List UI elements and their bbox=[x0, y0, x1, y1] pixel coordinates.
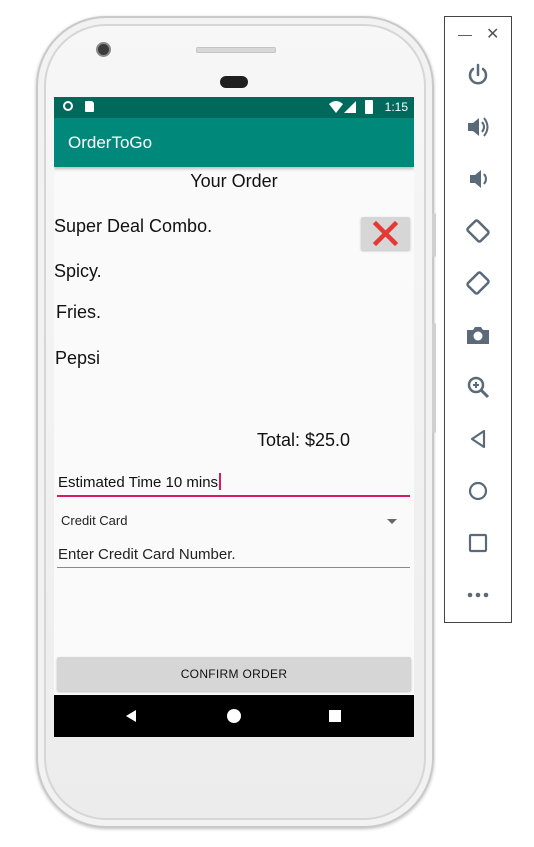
zoom-icon[interactable] bbox=[464, 373, 492, 401]
emulator-toolbar: — ✕ bbox=[444, 16, 512, 623]
camera-icon[interactable] bbox=[464, 321, 492, 349]
text-cursor bbox=[219, 473, 221, 490]
wifi-icon bbox=[329, 101, 343, 113]
credit-card-input[interactable] bbox=[57, 546, 412, 563]
nav-back-icon[interactable] bbox=[126, 710, 136, 722]
overview-icon[interactable] bbox=[464, 529, 492, 557]
minimize-icon[interactable]: — bbox=[458, 26, 472, 42]
screen: 1:15 OrderToGo Your Order Super Deal Com… bbox=[54, 97, 414, 737]
dropdown-arrow-icon bbox=[387, 519, 397, 524]
phone-side-button bbox=[432, 323, 436, 433]
order-item: Spicy. bbox=[54, 261, 102, 281]
nav-recents-icon[interactable] bbox=[329, 710, 341, 722]
estimated-time-text: Estimated Time 10 mins bbox=[58, 474, 219, 491]
phone-side-button bbox=[432, 213, 436, 257]
order-heading: Your Order bbox=[190, 171, 278, 191]
status-bar: 1:15 bbox=[54, 97, 414, 118]
nav-home-icon[interactable] bbox=[227, 709, 241, 723]
volume-down-icon[interactable] bbox=[464, 165, 492, 193]
order-total: Total: $25.0 bbox=[257, 430, 351, 450]
back-icon[interactable] bbox=[464, 425, 492, 453]
order-item: Super Deal Combo. bbox=[54, 216, 213, 236]
sd-card-icon bbox=[85, 101, 94, 112]
confirm-order-button[interactable]: CONFIRM ORDER bbox=[57, 657, 411, 691]
app-title: OrderToGo bbox=[68, 133, 153, 152]
navigation-bar bbox=[54, 695, 414, 737]
rotate-left-icon[interactable] bbox=[464, 217, 492, 245]
sync-icon bbox=[63, 101, 73, 111]
credit-card-field[interactable] bbox=[57, 546, 412, 568]
battery-icon bbox=[365, 100, 373, 114]
signal-icon bbox=[344, 101, 356, 113]
rotate-right-icon[interactable] bbox=[464, 269, 492, 297]
status-time: 1:15 bbox=[384, 100, 408, 114]
estimated-time-field[interactable]: Estimated Time 10 mins bbox=[57, 471, 410, 497]
app-bar: OrderToGo bbox=[54, 118, 414, 167]
close-icon bbox=[372, 220, 399, 247]
estimated-time-value: Estimated Time 10 mins bbox=[58, 473, 221, 491]
speaker-grille bbox=[196, 47, 276, 53]
volume-up-icon[interactable] bbox=[464, 113, 492, 141]
close-window-icon[interactable]: ✕ bbox=[486, 24, 499, 44]
order-item: Pepsi bbox=[55, 348, 101, 368]
home-icon[interactable] bbox=[464, 477, 492, 505]
power-icon[interactable] bbox=[464, 61, 492, 89]
earpiece bbox=[220, 76, 248, 88]
more-icon[interactable] bbox=[464, 581, 492, 609]
order-item: Fries. bbox=[56, 302, 101, 322]
payment-method-dropdown[interactable]: Credit Card bbox=[61, 513, 401, 533]
front-camera bbox=[96, 42, 111, 57]
remove-item-button[interactable] bbox=[361, 217, 410, 250]
payment-method-value: Credit Card bbox=[61, 513, 128, 528]
